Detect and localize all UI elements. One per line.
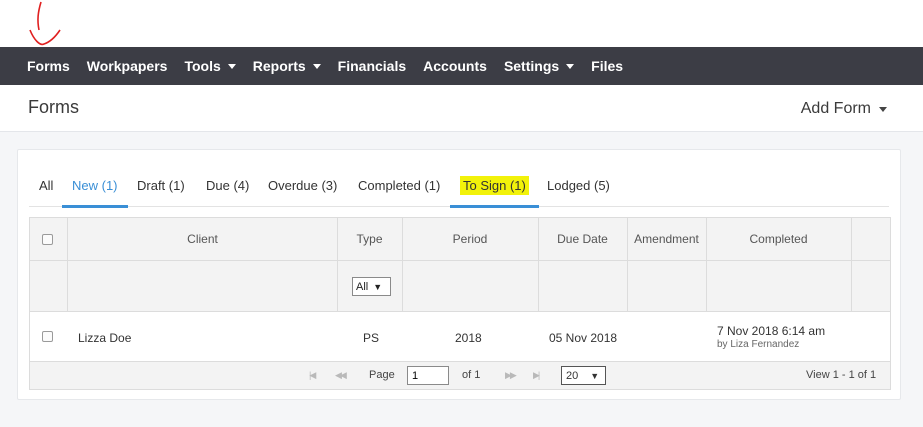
nav-label: Settings [503, 58, 560, 74]
tab-label: Lodged (5) [547, 178, 610, 193]
tab-label: Draft (1) [137, 178, 185, 193]
dropdown-arrow-icon: ▼ [373, 281, 383, 292]
table-row[interactable]: Lizza Doe PS 2018 05 Nov 2018 7 Nov 2018… [30, 312, 890, 362]
column-divider [538, 218, 539, 260]
main-navbar: Forms Workpapers Tools Reports Financial… [0, 47, 923, 85]
page-number-input[interactable] [407, 366, 449, 385]
column-header-due-date[interactable]: Due Date [538, 232, 627, 246]
column-header-client[interactable]: Client [68, 232, 337, 246]
cell-completed-by: by Liza Fernandez [717, 339, 800, 350]
nav-workpapers[interactable]: Workpapers [87, 58, 168, 74]
caret-down-icon [566, 63, 575, 69]
prev-page-icon[interactable]: ◀◀ [335, 370, 347, 381]
last-page-icon[interactable]: ▶| [533, 370, 540, 381]
nav-label: Workpapers [86, 58, 168, 74]
nav-label: Reports [252, 58, 306, 74]
column-divider [851, 218, 852, 260]
forms-card: All New (1) Draft (1) Due (4) Overdue (3… [17, 149, 901, 400]
nav-label: Accounts [423, 58, 487, 74]
tab-all[interactable]: All [39, 167, 53, 207]
pager-bar: |◀ ◀◀ Page of 1 ▶▶ ▶| 20 ▼ View 1 - 1 of… [30, 362, 890, 389]
cell-period: 2018 [455, 331, 482, 345]
caret-down-icon [227, 63, 236, 69]
cell-type: PS [363, 331, 380, 345]
grid-filter-row: All ▼ [30, 261, 890, 312]
tab-label: New (1) [72, 178, 118, 193]
tab-label: All [39, 178, 54, 193]
row-checkbox[interactable] [42, 331, 53, 342]
column-divider [538, 261, 539, 311]
column-header-type[interactable]: Type [337, 232, 402, 246]
first-page-icon[interactable]: |◀ [309, 370, 316, 381]
tab-lodged[interactable]: Lodged (5) [547, 167, 610, 207]
tab-label: Due (4) [206, 178, 250, 193]
column-header-amendment[interactable]: Amendment [627, 232, 706, 246]
column-divider [67, 218, 68, 260]
dropdown-arrow-icon: ▼ [590, 370, 600, 381]
column-divider [402, 261, 403, 311]
select-all-checkbox[interactable] [42, 234, 53, 245]
column-divider [337, 218, 338, 260]
column-header-completed[interactable]: Completed [706, 232, 851, 246]
annotation-area [0, 0, 923, 47]
nav-accounts[interactable]: Accounts [423, 58, 487, 74]
page-size-value: 20 [566, 369, 579, 382]
nav-files[interactable]: Files [591, 58, 623, 74]
nav-label: Tools [184, 58, 221, 74]
cell-completed: 7 Nov 2018 6:14 am [717, 324, 826, 338]
nav-financials[interactable]: Financials [338, 58, 406, 74]
tab-label: Completed (1) [358, 178, 441, 193]
grid-header: Client Type Period Due Date Amendment Co… [30, 218, 890, 261]
annotation-arrow-icon [29, 1, 61, 46]
column-divider [67, 261, 68, 311]
type-filter-select[interactable]: All ▼ [352, 277, 391, 296]
nav-label: Financials [337, 58, 407, 74]
status-tabs: All New (1) Draft (1) Due (4) Overdue (3… [29, 167, 889, 208]
tab-label: Overdue (3) [268, 178, 338, 193]
tab-overdue[interactable]: Overdue (3) [268, 167, 337, 207]
page-count-label: of 1 [462, 369, 481, 381]
cell-client: Lizza Doe [78, 331, 132, 345]
caret-down-icon [879, 106, 887, 112]
nav-reports[interactable]: Reports [253, 58, 321, 74]
page-label: Page [369, 369, 395, 381]
page-header: Forms Add Form [0, 85, 923, 132]
column-divider [851, 261, 852, 311]
type-filter-value: All [356, 280, 369, 293]
caret-down-icon [312, 63, 321, 69]
tab-draft[interactable]: Draft (1) [137, 167, 185, 207]
tab-to-sign[interactable]: To Sign (1) [450, 167, 539, 208]
column-divider [627, 218, 628, 260]
add-form-label: Add Form [800, 100, 871, 117]
column-divider [706, 218, 707, 260]
column-divider [706, 261, 707, 311]
column-divider [337, 261, 338, 311]
nav-label: Forms [27, 58, 70, 74]
column-divider [402, 218, 403, 260]
tab-completed[interactable]: Completed (1) [358, 167, 440, 207]
next-page-icon[interactable]: ▶▶ [505, 370, 517, 381]
column-header-period[interactable]: Period [402, 232, 538, 246]
nav-tools[interactable]: Tools [184, 58, 236, 74]
nav-label: Files [591, 58, 624, 74]
tab-due[interactable]: Due (4) [206, 167, 249, 207]
view-count-text: View 1 - 1 of 1 [806, 369, 877, 381]
column-divider [627, 261, 628, 311]
tab-label: To Sign (1) [460, 176, 529, 195]
tab-new[interactable]: New (1) [62, 167, 127, 208]
page-size-select[interactable]: 20 ▼ [561, 366, 606, 385]
nav-settings[interactable]: Settings [503, 58, 575, 74]
nav-forms[interactable]: Forms [27, 58, 70, 74]
page-title: Forms [28, 97, 79, 117]
add-form-button[interactable]: Add Form [801, 100, 887, 118]
cell-due-date: 05 Nov 2018 [549, 331, 618, 345]
forms-grid: Client Type Period Due Date Amendment Co… [29, 217, 891, 390]
